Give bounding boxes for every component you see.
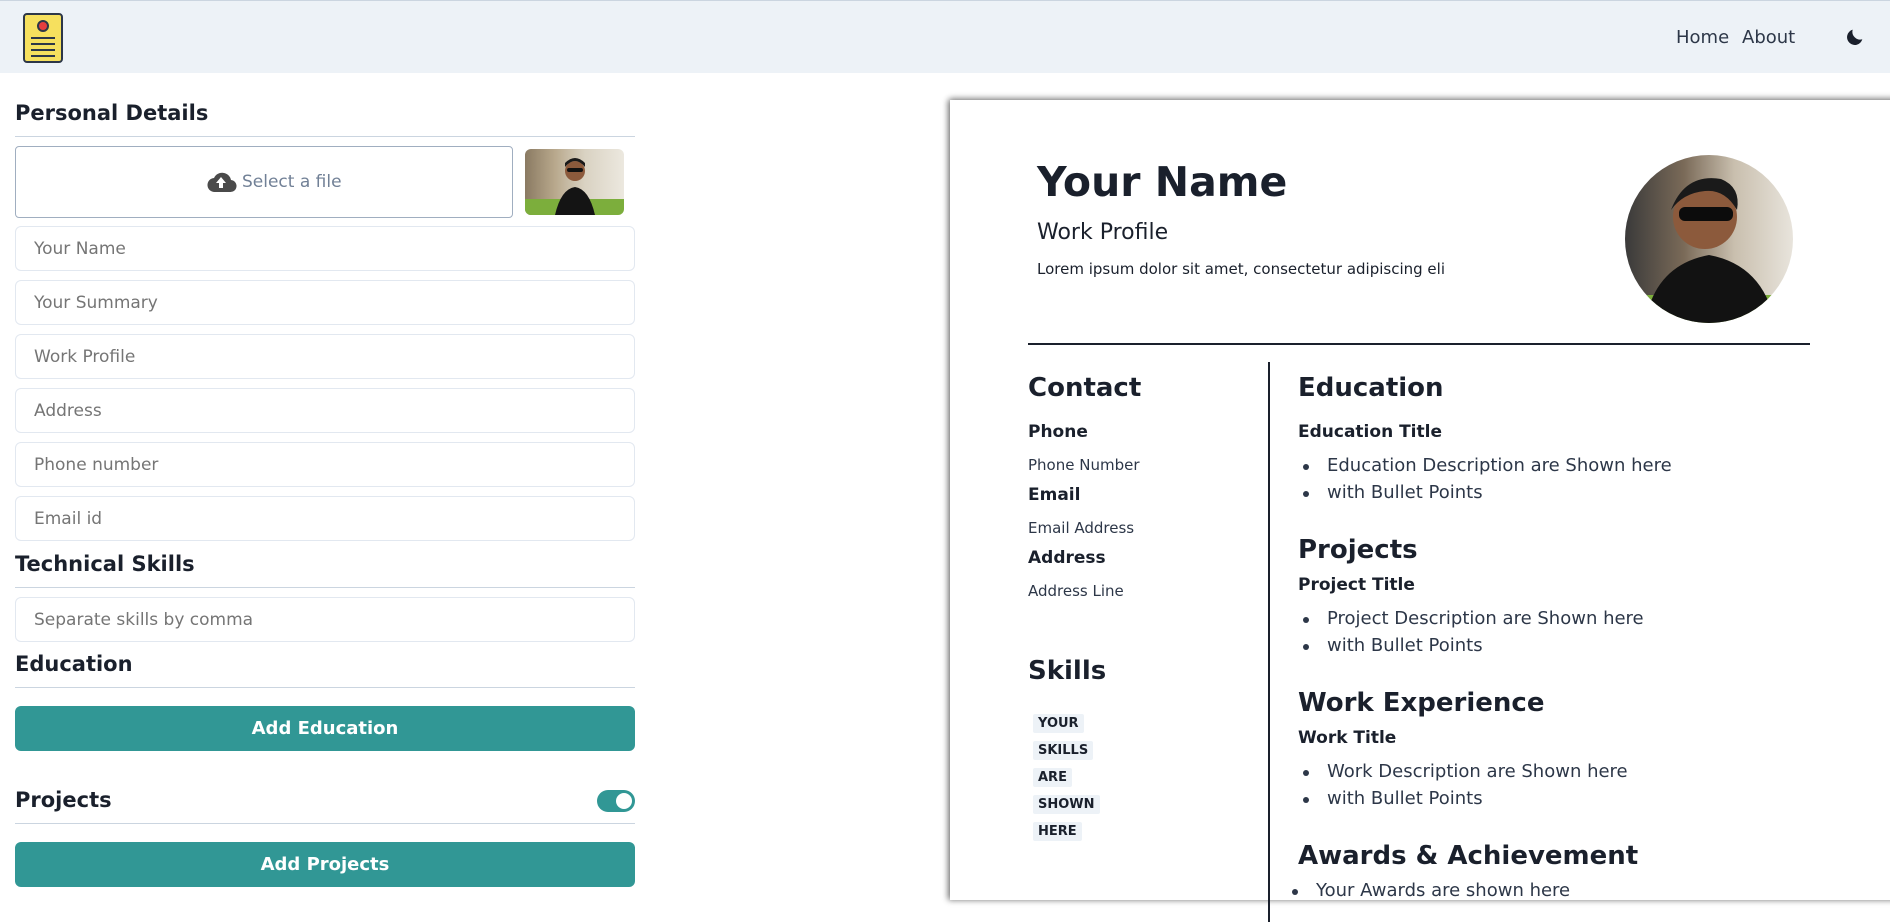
cloud-upload-icon (207, 172, 237, 193)
divider (15, 587, 635, 588)
divider (15, 687, 635, 688)
phone-label: Phone (1028, 422, 1088, 442)
email-value: Email Address (1028, 519, 1135, 537)
file-upload-button[interactable]: Select a file (15, 146, 513, 218)
phone-input[interactable] (15, 442, 635, 487)
education-heading: Education (15, 652, 133, 676)
name-input[interactable] (15, 226, 635, 271)
navbar: Home About (0, 0, 1890, 73)
nav-about-link[interactable]: About (1742, 27, 1795, 48)
skills-input[interactable] (15, 597, 635, 642)
skill-tag: SHOWN (1033, 795, 1100, 814)
work-profile-input[interactable] (15, 334, 635, 379)
resume-logo-icon[interactable] (23, 13, 63, 63)
education-item-title: Education Title (1298, 422, 1442, 442)
address-label: Address (1028, 548, 1106, 568)
person-photo-icon (1625, 178, 1793, 323)
add-education-button[interactable]: Add Education (15, 706, 635, 751)
resume-preview: Your Name Work Profile Lorem ipsum dolor… (950, 100, 1890, 922)
skill-tag: YOUR (1033, 714, 1084, 733)
awards-bullet-list: Your Awards are shown here (1291, 880, 1570, 907)
skills-heading: Skills (1028, 656, 1107, 686)
bullet-item: Your Awards are shown here (1291, 880, 1570, 907)
project-item-title: Project Title (1298, 575, 1415, 595)
address-input[interactable] (15, 388, 635, 433)
bullet-item: with Bullet Points (1303, 635, 1644, 662)
technical-skills-heading: Technical Skills (15, 552, 195, 576)
projects-heading: Projects (15, 788, 112, 812)
bullet-item: with Bullet Points (1303, 482, 1672, 509)
address-value: Address Line (1028, 582, 1124, 600)
divider (15, 136, 635, 137)
bullet-item: Work Description are Shown here (1303, 761, 1628, 788)
personal-details-heading: Personal Details (15, 101, 209, 125)
summary-input[interactable] (15, 280, 635, 325)
resume-avatar (1625, 155, 1793, 323)
resume-profile: Work Profile (1037, 220, 1169, 245)
project-bullet-list: Project Description are Shown here with … (1303, 608, 1644, 662)
bullet-item: with Bullet Points (1303, 788, 1628, 815)
skill-tag: SKILLS (1033, 741, 1094, 760)
resume-column-divider (1268, 362, 1270, 922)
projects-section-heading: Projects (1298, 535, 1418, 565)
contact-heading: Contact (1028, 373, 1142, 403)
bullet-item: Education Description are Shown here (1303, 455, 1672, 482)
work-item-title: Work Title (1298, 728, 1397, 748)
work-bullet-list: Work Description are Shown here with Bul… (1303, 761, 1628, 815)
email-label: Email (1028, 485, 1081, 505)
bullet-item: Project Description are Shown here (1303, 608, 1644, 635)
file-upload-label: Select a file (242, 172, 342, 192)
projects-toggle[interactable] (597, 790, 635, 812)
nav-home-link[interactable]: Home (1676, 27, 1729, 48)
resume-summary: Lorem ipsum dolor sit amet, consectetur … (1037, 260, 1445, 278)
person-photo-icon (525, 158, 624, 215)
photo-thumbnail (525, 149, 624, 215)
education-bullet-list: Education Description are Shown here wit… (1303, 455, 1672, 509)
divider (15, 823, 635, 824)
skill-tag: HERE (1033, 822, 1082, 841)
moon-icon[interactable] (1844, 26, 1866, 48)
resume-divider (1028, 343, 1810, 345)
education-section-heading: Education (1298, 373, 1444, 403)
awards-heading: Awards & Achievement (1298, 841, 1639, 871)
skill-tag: ARE (1033, 768, 1072, 787)
phone-value: Phone Number (1028, 456, 1140, 474)
work-experience-heading: Work Experience (1298, 688, 1545, 718)
add-projects-button[interactable]: Add Projects (15, 842, 635, 887)
resume-name: Your Name (1037, 158, 1288, 206)
email-input[interactable] (15, 496, 635, 541)
